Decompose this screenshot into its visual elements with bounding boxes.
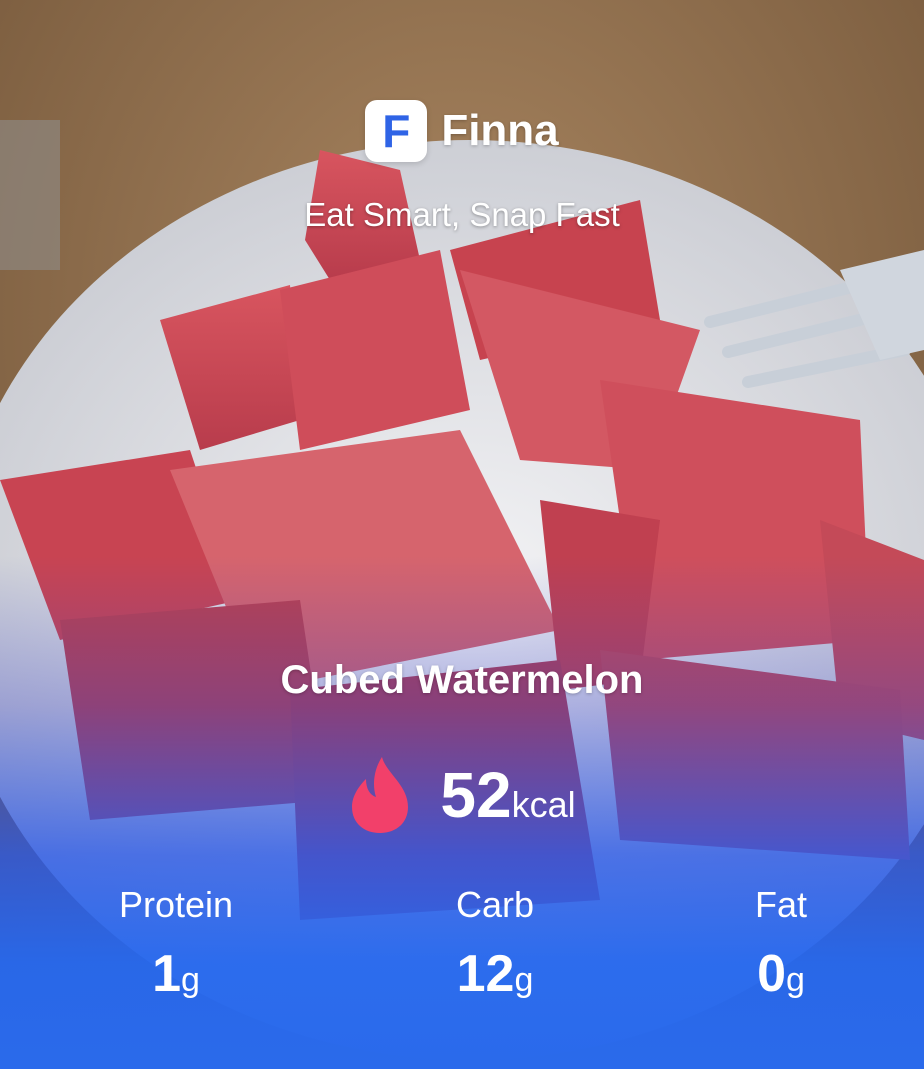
macro-unit: g bbox=[514, 961, 534, 999]
app-header: F Finna Eat Smart, Snap Fast bbox=[0, 100, 924, 234]
macro-label: Protein bbox=[118, 884, 234, 925]
macro-label: Carb bbox=[455, 884, 535, 925]
food-result-card: F Finna Eat Smart, Snap Fast Cubed Water… bbox=[0, 0, 924, 1069]
macro-value: 1 bbox=[152, 945, 181, 1003]
food-name: Cubed Watermelon bbox=[280, 658, 644, 702]
macro-value: 12 bbox=[456, 945, 515, 1003]
macro-value: 0 bbox=[757, 945, 786, 1003]
macro-protein: Protein 1g bbox=[56, 884, 296, 1004]
macro-carb: Carb 12g bbox=[375, 884, 615, 1004]
brand: F Finna bbox=[0, 100, 924, 162]
macro-label: Fat bbox=[754, 884, 807, 925]
tagline: Eat Smart, Snap Fast bbox=[304, 196, 620, 233]
calories-row: 52kcal bbox=[0, 755, 924, 835]
brand-name: Finna bbox=[441, 106, 559, 155]
macro-unit: g bbox=[181, 961, 200, 999]
macro-unit: g bbox=[786, 961, 805, 999]
calories-value: 52 bbox=[440, 759, 512, 831]
calories-unit: kcal bbox=[511, 784, 576, 825]
flame-icon bbox=[352, 757, 409, 833]
finna-logo-icon: F bbox=[365, 100, 428, 162]
logo-letter: F bbox=[382, 105, 411, 157]
macro-fat: Fat 0g bbox=[661, 884, 901, 1004]
